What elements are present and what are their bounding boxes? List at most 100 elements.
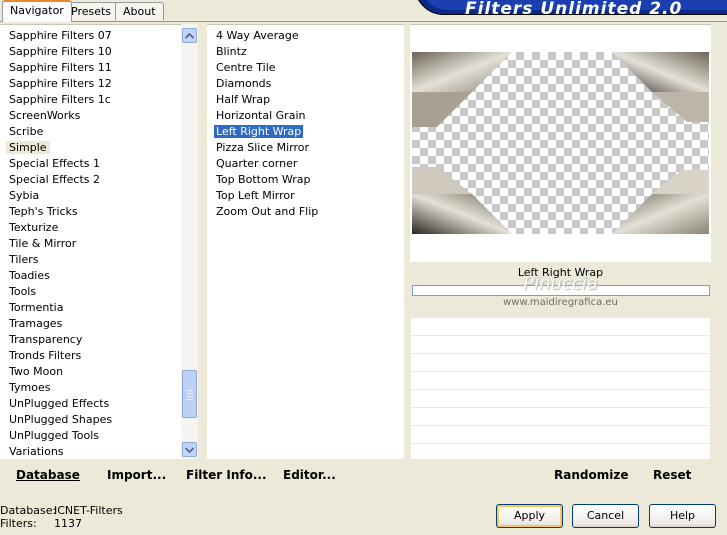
category-label: ScreenWorks bbox=[9, 109, 81, 122]
category-label: Tools bbox=[9, 285, 37, 298]
category-label: Tormentia bbox=[9, 301, 64, 314]
category-label: Sapphire Filters 07 bbox=[9, 29, 112, 42]
category-list[interactable]: Sapphire Filters 07 Sapphire Filters 10 Sa… bbox=[0, 24, 181, 460]
category-item[interactable]: Tile & Mirror bbox=[0, 236, 181, 252]
preview-image bbox=[412, 52, 709, 234]
category-item[interactable]: Sybia bbox=[0, 188, 181, 204]
category-item[interactable]: Sapphire Filters 12 bbox=[0, 76, 181, 92]
filter-list[interactable]: 4 Way Average Blintz Centre Tile Diamonds Ha… bbox=[207, 24, 404, 460]
category-scrollbar[interactable] bbox=[181, 24, 198, 460]
category-item[interactable]: Sapphire Filters 1c bbox=[0, 92, 181, 108]
category-item[interactable]: ScreenWorks bbox=[0, 108, 181, 124]
reset-button[interactable]: Reset bbox=[653, 468, 691, 482]
category-label: Sapphire Filters 1c bbox=[9, 93, 111, 106]
editor-button[interactable]: Editor... bbox=[283, 468, 336, 482]
app-title-banner: Filters Unlimited 2.0 bbox=[414, 0, 727, 15]
chevron-up-icon bbox=[185, 32, 194, 39]
category-item[interactable]: Scribe bbox=[0, 124, 181, 140]
parameter-slot[interactable] bbox=[411, 426, 710, 444]
chevron-down-icon bbox=[185, 446, 194, 453]
filter-item[interactable]: Top Bottom Wrap bbox=[207, 172, 404, 188]
filter-label: 4 Way Average bbox=[216, 29, 299, 42]
filters-count-value: 1137 bbox=[54, 517, 82, 530]
filter-item[interactable]: Centre Tile bbox=[207, 60, 404, 76]
category-label: UnPlugged Shapes bbox=[9, 413, 113, 426]
tab-about[interactable]: About bbox=[115, 2, 164, 20]
scroll-thumb[interactable] bbox=[182, 370, 197, 418]
filters-count-label: Filters: bbox=[0, 517, 37, 530]
category-item[interactable]: Sapphire Filters 11 bbox=[0, 60, 181, 76]
category-label: Texturize bbox=[9, 221, 59, 234]
database-button[interactable]: Database bbox=[16, 468, 80, 482]
category-item[interactable]: Tools bbox=[0, 284, 181, 300]
filter-item[interactable]: Horizontal Grain bbox=[207, 108, 404, 124]
scroll-up-button[interactable] bbox=[182, 28, 197, 43]
category-item[interactable]: UnPlugged Tools bbox=[0, 428, 181, 444]
filter-item[interactable]: Zoom Out and Flip bbox=[207, 204, 404, 220]
category-label: Simple bbox=[6, 141, 50, 154]
filter-item[interactable]: 4 Way Average bbox=[207, 28, 404, 44]
category-label: Sapphire Filters 10 bbox=[9, 45, 112, 58]
category-item[interactable]: UnPlugged Shapes bbox=[0, 412, 181, 428]
category-label: Tilers bbox=[9, 253, 39, 266]
category-label: Special Effects 1 bbox=[9, 157, 101, 170]
category-item[interactable]: Tormentia bbox=[0, 300, 181, 316]
apply-button[interactable]: Apply bbox=[496, 504, 563, 528]
category-item[interactable]: Texturize bbox=[0, 220, 181, 236]
category-item[interactable]: Variations bbox=[0, 444, 181, 460]
category-item[interactable]: Toadies bbox=[0, 268, 181, 284]
help-button[interactable]: Help bbox=[649, 504, 716, 528]
parameter-slot[interactable] bbox=[411, 336, 710, 354]
randomize-button[interactable]: Randomize bbox=[554, 468, 628, 482]
category-item[interactable]: Special Effects 1 bbox=[0, 156, 181, 172]
filter-item[interactable]: Left Right Wrap bbox=[207, 124, 404, 140]
filter-item[interactable]: Diamonds bbox=[207, 76, 404, 92]
category-item[interactable]: Two Moon bbox=[0, 364, 181, 380]
database-status-value: ICNET-Filters bbox=[54, 504, 123, 517]
category-item[interactable]: Tramages bbox=[0, 316, 181, 332]
category-item[interactable]: Tilers bbox=[0, 252, 181, 268]
category-label: Variations bbox=[9, 445, 64, 458]
parameter-slot[interactable] bbox=[411, 408, 710, 426]
cancel-button[interactable]: Cancel bbox=[572, 504, 639, 528]
category-item[interactable]: Transparency bbox=[0, 332, 181, 348]
filter-item[interactable]: Quarter corner bbox=[207, 156, 404, 172]
filter-label: Half Wrap bbox=[216, 93, 271, 106]
category-label: Special Effects 2 bbox=[9, 173, 101, 186]
category-label: Transparency bbox=[9, 333, 83, 346]
filter-item[interactable]: Blintz bbox=[207, 44, 404, 60]
filter-label: Top Bottom Wrap bbox=[216, 173, 311, 186]
category-item[interactable]: Simple bbox=[0, 140, 181, 156]
category-label: Tramages bbox=[9, 317, 63, 330]
category-item[interactable]: Special Effects 2 bbox=[0, 172, 181, 188]
category-label: Scribe bbox=[9, 125, 44, 138]
filter-item[interactable]: Pizza Slice Mirror bbox=[207, 140, 404, 156]
tab-strip-divider bbox=[0, 21, 727, 22]
filter-item[interactable]: Top Left Mirror bbox=[207, 188, 404, 204]
parameter-slot[interactable] bbox=[411, 354, 710, 372]
parameter-slot[interactable] bbox=[411, 372, 710, 390]
filter-label: Zoom Out and Flip bbox=[216, 205, 319, 218]
category-item[interactable]: Tymoes bbox=[0, 380, 181, 396]
app-title: Filters Unlimited 2.0 bbox=[465, 0, 683, 15]
tab-navigator[interactable]: Navigator bbox=[2, 0, 72, 22]
watermark-name: Pinuccia bbox=[523, 273, 598, 294]
category-label: Toadies bbox=[9, 269, 50, 282]
parameter-slot[interactable] bbox=[411, 390, 710, 408]
category-item[interactable]: Teph's Tricks bbox=[0, 204, 181, 220]
category-item[interactable]: Sapphire Filters 10 bbox=[0, 44, 181, 60]
import-button[interactable]: Import... bbox=[107, 468, 166, 482]
category-item[interactable]: Tronds Filters bbox=[0, 348, 181, 364]
category-item[interactable]: UnPlugged Effects bbox=[0, 396, 181, 412]
filter-item[interactable]: Half Wrap bbox=[207, 92, 404, 108]
database-status-label: Database: bbox=[0, 504, 57, 517]
category-label: Sapphire Filters 11 bbox=[9, 61, 112, 74]
filter-label: Quarter corner bbox=[216, 157, 298, 170]
filter-label: Left Right Wrap bbox=[214, 125, 304, 138]
parameter-slot[interactable] bbox=[411, 318, 710, 336]
scroll-down-button[interactable] bbox=[182, 442, 197, 457]
category-item[interactable]: Sapphire Filters 07 bbox=[0, 28, 181, 44]
database-label: Database bbox=[16, 468, 80, 482]
category-label: Two Moon bbox=[9, 365, 64, 378]
filter-info-button[interactable]: Filter Info... bbox=[186, 468, 267, 482]
